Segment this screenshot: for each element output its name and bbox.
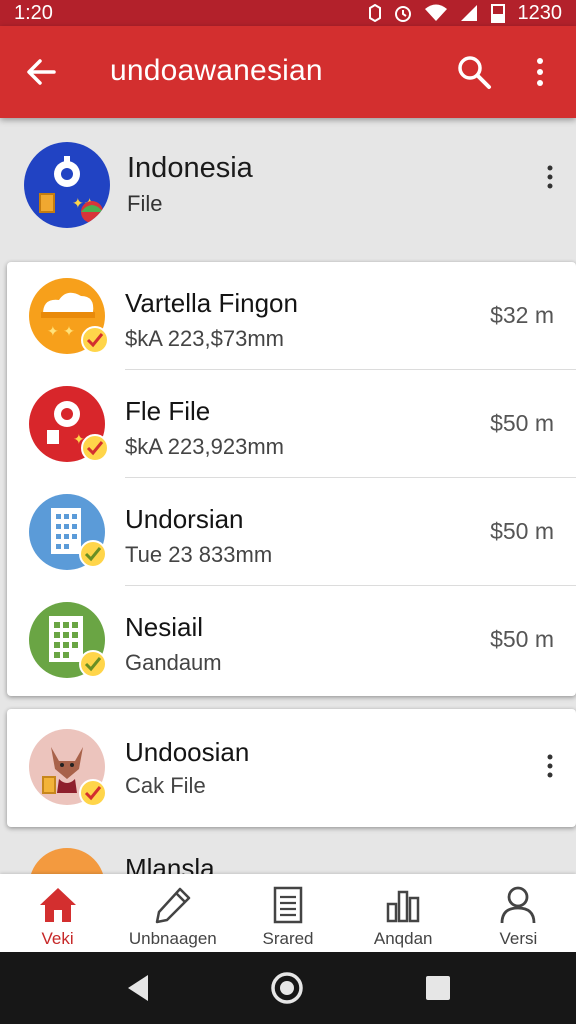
check-badge-icon [79, 779, 107, 807]
search-icon[interactable] [456, 54, 492, 90]
file-size: $32 m [490, 302, 554, 328]
folder-more-icon[interactable] [538, 162, 562, 192]
system-navigation-bar [0, 952, 576, 1024]
file-size: $50 m [490, 518, 554, 544]
app-bar: undoawanesian [0, 26, 576, 118]
document-icon [273, 886, 303, 924]
wifi-icon [424, 4, 447, 21]
status-right-time: 1230 [517, 1, 563, 24]
cloud-folder-icon: ✦ ✦ [29, 278, 109, 354]
vibrate-icon [368, 4, 381, 22]
file-name: Undorsian [125, 504, 244, 534]
green-building-icon [29, 602, 107, 678]
file-name: Undoosian [125, 737, 250, 767]
nav-item-profile[interactable]: Versi [461, 874, 576, 952]
status-bar: 1:20 1230 [0, 0, 576, 26]
single-file-card: Undoosian Cak File [7, 709, 576, 827]
file-size: $50 m [490, 410, 554, 436]
red-location-icon: ✦✦ [29, 386, 109, 462]
check-badge-icon [81, 434, 109, 462]
bottom-navigation: Veki Unbnaagen Srared Anqdan Versi [0, 874, 576, 952]
folder-header[interactable]: ✦✦ Indonesia File [0, 118, 576, 258]
battery-icon [490, 4, 505, 23]
nav-label: Unbnaagen [128, 929, 217, 948]
nav-label: Anqdan [373, 929, 433, 948]
back-arrow-icon[interactable] [24, 54, 60, 90]
svg-text:✦ ✦: ✦ ✦ [47, 324, 75, 340]
file-meta: $kA 223,923mm [125, 434, 284, 459]
file-row[interactable]: Undoosian Cak File [7, 709, 576, 827]
check-badge-icon [81, 326, 109, 354]
status-icons: 1230 [368, 1, 563, 25]
status-time: 1:20 [14, 1, 53, 24]
indonesia-globe-icon: ✦✦ [39, 156, 103, 223]
folder-subtitle: File [127, 191, 163, 216]
blue-building-icon [29, 494, 107, 570]
file-more-icon[interactable] [538, 751, 562, 781]
nav-item-analytics[interactable]: Anqdan [346, 874, 461, 952]
person-icon [501, 886, 536, 924]
file-size: $50 m [490, 626, 554, 652]
alarm-icon [394, 6, 411, 22]
file-row[interactable]: ✦✦ Fle File $kA 223,923mm $50 m [7, 370, 576, 478]
chart-icon [386, 890, 420, 923]
file-name: Nesiail [125, 612, 204, 642]
folder-name: Indonesia [127, 152, 253, 184]
system-recents-icon[interactable] [420, 970, 456, 1006]
file-meta: $kA 223,$73mm [125, 326, 284, 351]
check-badge-icon [79, 540, 107, 568]
file-row[interactable]: Nesiail Gandaum $50 m [7, 586, 576, 694]
system-home-icon[interactable] [269, 970, 305, 1006]
system-back-icon[interactable] [120, 970, 156, 1006]
nav-item-shared[interactable]: Srared [230, 874, 345, 952]
file-list-card: ✦ ✦ Vartella Fingon $kA 223,$73mm $32 m … [7, 262, 576, 696]
file-row[interactable]: Undorsian Tue 23 833mm $50 m [7, 478, 576, 586]
more-vert-icon[interactable] [528, 54, 552, 90]
file-meta: Cak File [125, 773, 206, 798]
fox-icon [29, 729, 107, 807]
file-meta: Gandaum [125, 650, 222, 675]
signal-icon [460, 5, 477, 21]
file-row[interactable]: ✦ ✦ Vartella Fingon $kA 223,$73mm $32 m [7, 262, 576, 370]
nav-label: Veki [41, 929, 74, 948]
nav-item-home[interactable]: Veki [0, 874, 115, 952]
app-title: undoawanesian [110, 54, 323, 87]
nav-label: Srared [262, 929, 314, 948]
check-badge-icon [79, 650, 107, 678]
nav-item-edit[interactable]: Unbnaagen [115, 874, 230, 952]
file-meta: Tue 23 833mm [125, 542, 273, 567]
pen-icon [155, 887, 191, 924]
file-name: Vartella Fingon [125, 288, 298, 318]
home-icon [39, 888, 76, 922]
file-name: Fle File [125, 396, 211, 426]
folder-avatar: ✦✦ [24, 142, 110, 228]
nav-label: Versi [499, 929, 538, 948]
